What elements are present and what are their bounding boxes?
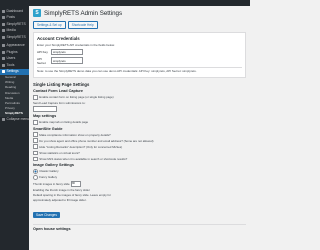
dashboard-icon bbox=[2, 9, 5, 13]
page-header: S SimplyRETS Admin Settings bbox=[33, 8, 246, 18]
account-credentials-title: Account Credentials bbox=[37, 35, 80, 41]
gallery-radio-label: Fancy Gallery bbox=[39, 175, 58, 180]
demo-credentials-note: Note: to use the SimplyRETS demo data yo… bbox=[37, 68, 197, 73]
contact-form-checkbox[interactable] bbox=[33, 94, 38, 100]
contact-form-title: Contact Form Lead Capture bbox=[33, 89, 83, 94]
media-icon bbox=[2, 29, 5, 33]
map-option-label: Enable map tab on listing details page bbox=[39, 120, 89, 125]
api-key-row: API Key simplyrets bbox=[37, 48, 242, 55]
pin-icon bbox=[2, 16, 5, 20]
settings-tabs: Settings & Set up Shortcode Help bbox=[33, 21, 246, 29]
account-credentials-description: Enter your SimplyRETS API credentials in… bbox=[37, 42, 115, 47]
lead-email-input[interactable] bbox=[33, 105, 57, 113]
gallery-radio-option[interactable]: Fancy Gallery bbox=[33, 175, 246, 180]
settings-form: Single Listing Page Settings Contact For… bbox=[33, 82, 246, 231]
guide-checkbox[interactable] bbox=[33, 132, 38, 138]
guide-option-label: Do you show agent and office phone numbe… bbox=[39, 138, 154, 143]
smartsite-guide-title: SmartSite Guide bbox=[33, 126, 63, 131]
guide-option-label: Show MLS status when it is available in … bbox=[39, 157, 128, 162]
admin-sidebar: Dashboard Posts SimplyRETS Media SimplyR… bbox=[0, 6, 29, 250]
guide-option[interactable]: Do you show agent and office phone numbe… bbox=[33, 138, 246, 144]
collapse-icon bbox=[2, 118, 5, 122]
api-key-input[interactable]: simplyrets bbox=[51, 48, 83, 55]
collapse-menu-button[interactable]: Collapse menu bbox=[0, 117, 29, 124]
image-gallery-title: Image Gallery Settings bbox=[33, 163, 74, 168]
user-icon bbox=[2, 57, 5, 61]
gallery-radio-option[interactable]: Classic Gallery bbox=[33, 168, 246, 174]
gallery-radio-label: Classic Gallery bbox=[39, 169, 59, 174]
guide-checkbox[interactable] bbox=[33, 150, 38, 156]
page-title: SimplyRETS Admin Settings bbox=[44, 9, 123, 17]
brush-icon bbox=[2, 44, 5, 48]
contact-form-option[interactable]: Enable contact form on listing page (or … bbox=[33, 94, 246, 100]
classic-gallery-radio[interactable] bbox=[33, 168, 38, 174]
single-listing-title: Single Listing Page Settings bbox=[33, 82, 90, 88]
gallery-note: Default spacing in the images of fancy s… bbox=[33, 192, 111, 197]
guide-option-label: Show statistics on virtual tours? bbox=[39, 150, 80, 155]
api-secret-row: API Secret simplyrets bbox=[37, 57, 242, 65]
thumb-setting-input[interactable]: 80 bbox=[70, 181, 82, 187]
guide-checkbox[interactable] bbox=[33, 138, 38, 144]
guide-checkbox[interactable] bbox=[33, 144, 38, 150]
gallery-note: Enabling the thumb image in the fancy sl… bbox=[33, 187, 90, 192]
guide-option[interactable]: Hide "Listing Remarks" description? (Onl… bbox=[33, 144, 246, 150]
lead-email-label: Send Lead Capture form submissions to: bbox=[33, 100, 86, 105]
map-settings-title: Map settings bbox=[33, 114, 57, 119]
open-house-title: Open house settings bbox=[33, 227, 71, 232]
guide-option-label: Make compliance information show on prop… bbox=[39, 132, 111, 137]
simplyrets-logo: S bbox=[33, 9, 41, 17]
map-checkbox[interactable] bbox=[33, 119, 38, 125]
api-secret-label: API Secret bbox=[37, 56, 46, 65]
wrench-icon bbox=[2, 63, 5, 67]
home-icon bbox=[2, 22, 5, 26]
main-content: S SimplyRETS Admin Settings Settings & S… bbox=[33, 8, 246, 233]
settings-icon bbox=[2, 70, 5, 74]
home-icon bbox=[2, 35, 5, 39]
thumb-setting-label: Thumb images in fancy slide bbox=[33, 181, 70, 186]
guide-checkbox[interactable] bbox=[33, 156, 38, 162]
api-secret-input[interactable]: simplyrets bbox=[51, 57, 83, 64]
gallery-note: approximately adjusted to fill image sli… bbox=[33, 197, 87, 202]
tab-settings-setup[interactable]: Settings & Set up bbox=[33, 21, 66, 29]
map-option[interactable]: Enable map tab on listing details page bbox=[33, 119, 246, 125]
tab-shortcode-help[interactable]: Shortcode Help bbox=[67, 21, 98, 29]
admin-bar bbox=[0, 0, 250, 6]
save-changes-button[interactable]: Save Changes bbox=[33, 211, 60, 218]
account-credentials-panel: Account Credentials Enter your SimplyRET… bbox=[33, 32, 246, 79]
guide-option[interactable]: Show statistics on virtual tours? bbox=[33, 150, 246, 156]
plug-icon bbox=[2, 50, 5, 54]
fancy-gallery-radio[interactable] bbox=[33, 175, 38, 180]
guide-option-label: Hide "Listing Remarks" description? (Onl… bbox=[39, 144, 123, 149]
api-key-label: API Key bbox=[37, 49, 48, 54]
guide-option[interactable]: Show MLS status when it is available in … bbox=[33, 156, 246, 162]
guide-option[interactable]: Make compliance information show on prop… bbox=[33, 132, 246, 138]
thumb-setting-row: Thumb images in fancy slide 80 bbox=[33, 181, 246, 187]
contact-form-option-label: Enable contact form on listing page (or … bbox=[39, 95, 114, 100]
